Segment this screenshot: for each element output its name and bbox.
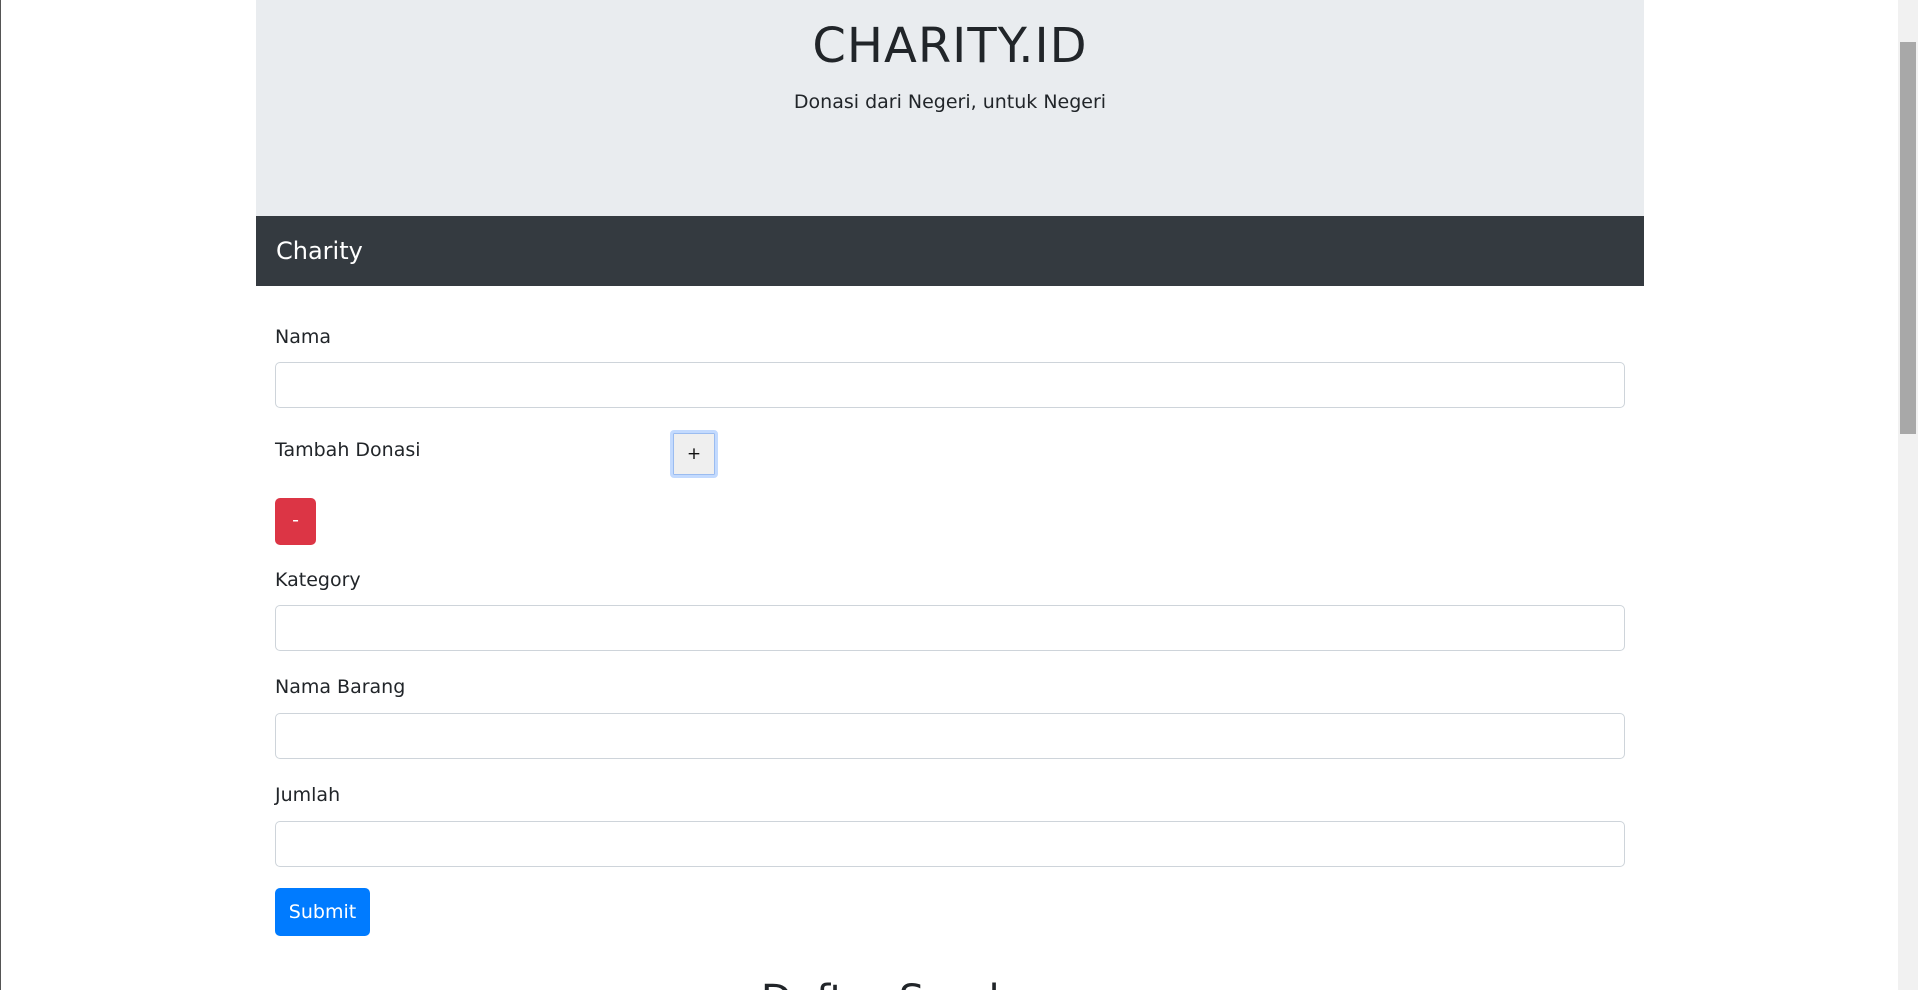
vertical-scrollbar[interactable] xyxy=(1898,0,1918,990)
navbar: Charity xyxy=(256,216,1644,286)
scrollbar-thumb[interactable] xyxy=(1900,42,1916,434)
kategory-input[interactable] xyxy=(275,605,1625,651)
navbar-brand[interactable]: Charity xyxy=(276,236,363,266)
site-title: CHARITY.ID xyxy=(812,18,1088,74)
kategory-label: Kategory xyxy=(275,569,361,591)
list-section-heading: Daftar Sumbangan xyxy=(256,976,1644,990)
browser-viewport: CHARITY.ID Donasi dari Negeri, untuk Neg… xyxy=(0,0,1918,990)
nama-label: Nama xyxy=(275,326,332,348)
submit-button[interactable]: Submit xyxy=(275,888,370,936)
add-donation-button[interactable]: + xyxy=(670,430,718,478)
nama-barang-input[interactable] xyxy=(275,713,1625,759)
nama-input[interactable] xyxy=(275,362,1625,408)
jumlah-label: Jumlah xyxy=(275,784,341,806)
jumbotron-header: CHARITY.ID Donasi dari Negeri, untuk Neg… xyxy=(256,0,1644,216)
window-edge xyxy=(0,0,1,990)
nama-barang-label: Nama Barang xyxy=(275,676,406,698)
site-tagline: Donasi dari Negeri, untuk Negeri xyxy=(793,91,1107,113)
tambah-donasi-label: Tambah Donasi xyxy=(275,439,421,461)
page-container: CHARITY.ID Donasi dari Negeri, untuk Neg… xyxy=(256,0,1644,990)
remove-donation-button[interactable]: - xyxy=(275,498,316,545)
jumlah-input[interactable] xyxy=(275,821,1625,867)
